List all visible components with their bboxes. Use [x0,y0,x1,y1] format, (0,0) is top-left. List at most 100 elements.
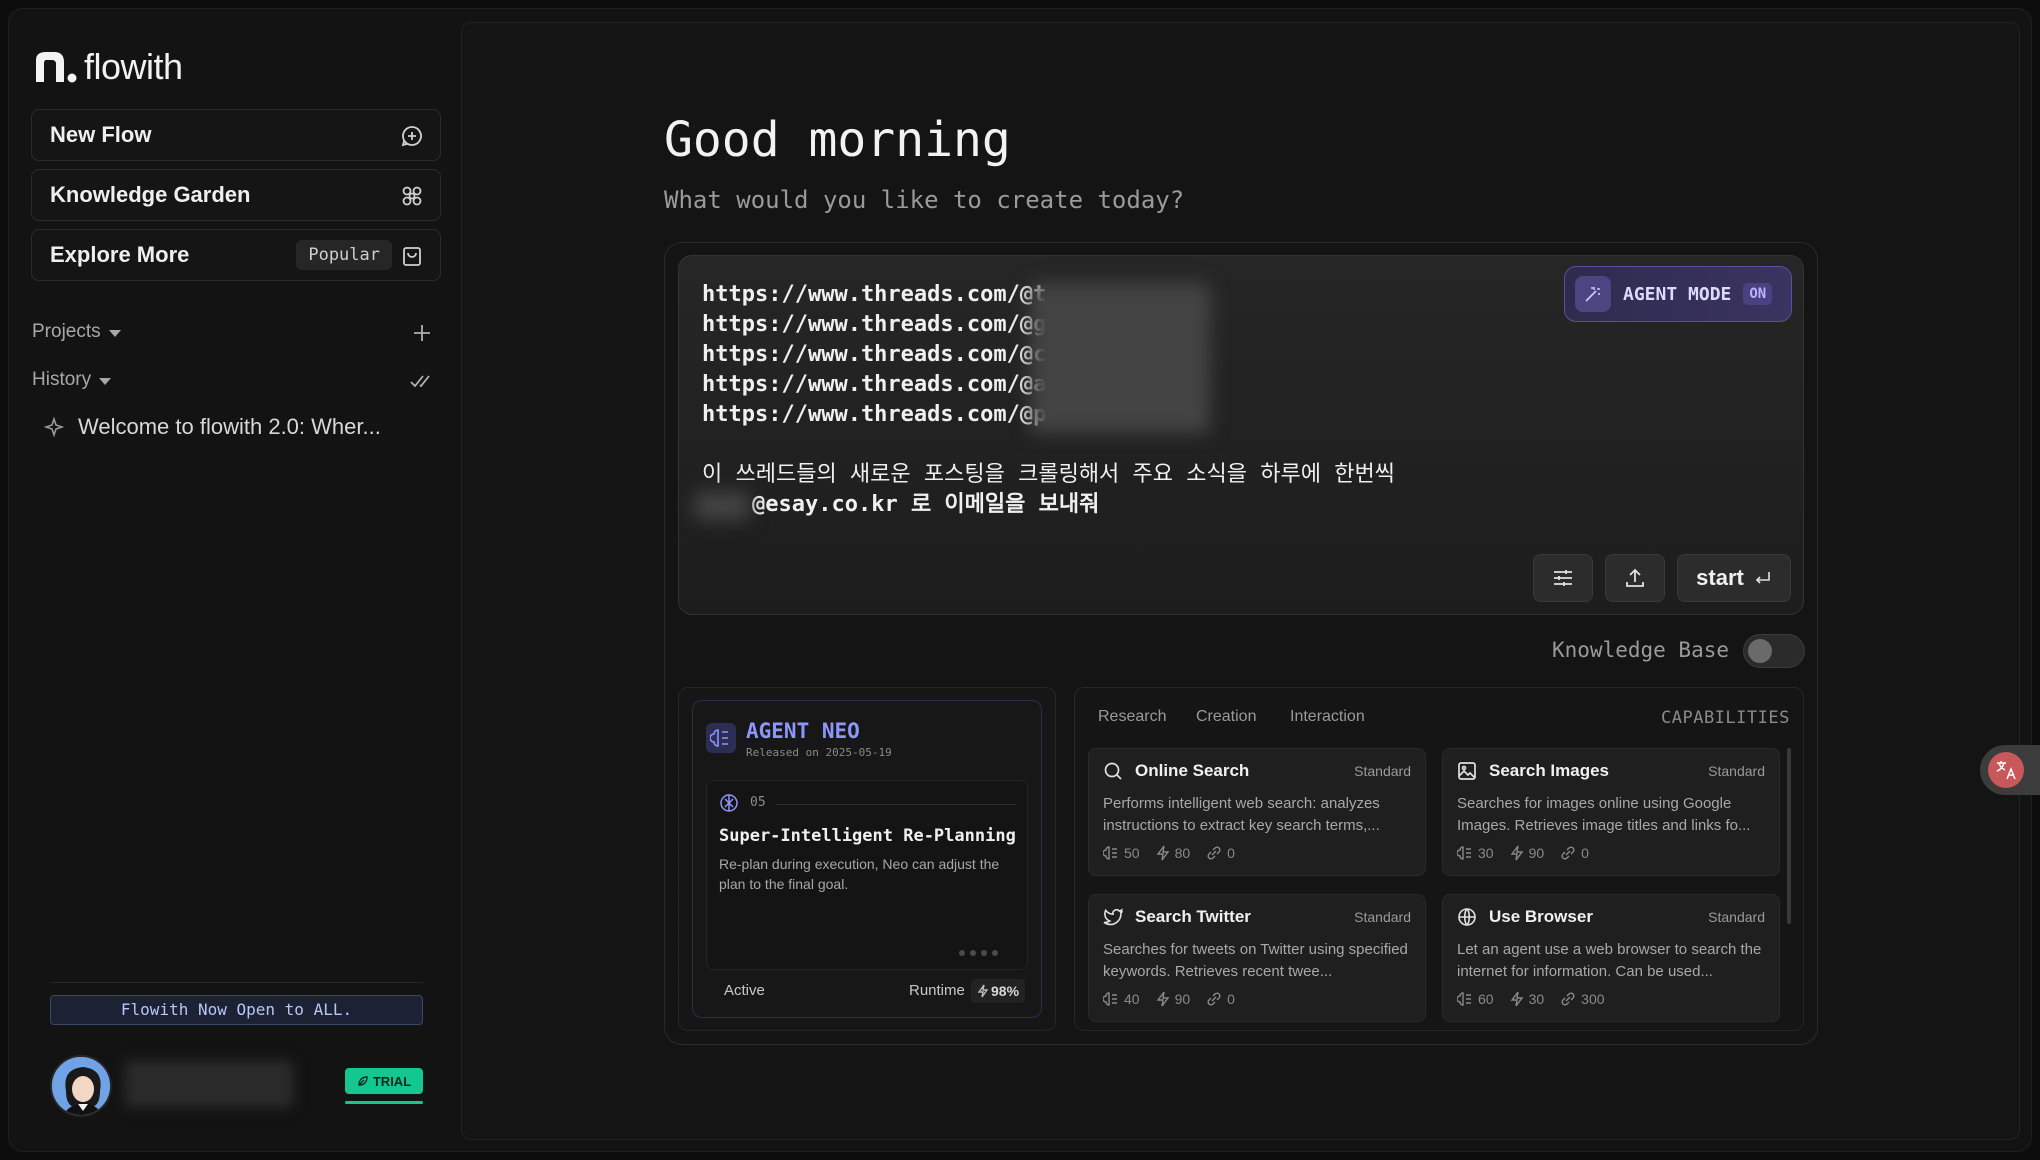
lightning-icon [977,984,989,998]
stat-value: 50 [1124,845,1140,861]
capability-card-online-search[interactable]: Online Search Standard Performs intellig… [1088,748,1426,876]
stat-value: 30 [1528,991,1545,1007]
leaf-icon [358,1076,368,1086]
projects-label: Projects [32,321,101,342]
feature-divider [776,804,1016,805]
stat-value: 90 [1528,845,1545,861]
brain-icon [1103,992,1117,1006]
agent-mode-state: ON [1743,283,1773,305]
upload-button[interactable] [1605,554,1665,602]
scrollbar[interactable] [1787,748,1791,924]
new-flow-button[interactable]: New Flow [31,109,441,161]
carousel-dots[interactable] [959,950,998,956]
add-project-icon[interactable] [413,324,431,342]
agent-name: AGENT NEO [746,719,860,743]
prompt-line: @esay.co.kr 로 이메일을 보내줘 [702,490,1395,520]
capability-stats: 40 90 0 [1103,991,1235,1007]
capability-tier: Standard [1708,909,1765,925]
chat-plus-icon [401,126,422,147]
capability-card-use-browser[interactable]: Use Browser Standard Let an agent use a … [1442,894,1780,1022]
translate-icon [1988,752,2024,788]
avatar[interactable] [50,1055,112,1117]
trial-label: TRIAL [372,1073,412,1089]
capabilities-title: CAPABILITIES [1661,708,1790,728]
greeting: Good morning [664,112,1011,168]
sparkle-icon [44,417,64,437]
agent-status: Active [724,982,765,999]
trial-progress [345,1101,423,1104]
toggle-knob [1748,639,1772,663]
upload-icon [1626,568,1644,587]
capability-stats: 60 30 300 [1457,991,1605,1007]
lightning-icon [1156,845,1169,861]
enter-icon [1755,572,1770,584]
brain-icon [1103,846,1117,860]
link-icon [1207,846,1221,860]
agent-mode-toggle[interactable]: AGENT MODE ON [1564,266,1792,322]
logo-text: flowith [84,46,183,87]
stat-value: 0 [1581,845,1589,861]
capability-card-search-twitter[interactable]: Search Twitter Standard Searches for twe… [1088,894,1426,1022]
stat-value: 0 [1227,845,1235,861]
brain-icon [1457,846,1471,860]
brain-icon [1457,992,1471,1006]
capability-name: Online Search [1135,761,1250,780]
redacted-handles [1030,283,1210,433]
new-flow-label: New Flow [50,122,152,147]
divider [50,982,423,983]
chevron-down-icon [99,377,112,385]
user-name-redacted [124,1060,294,1108]
globe-icon [1458,908,1476,926]
capability-name: Search Twitter [1135,907,1251,926]
explore-more-label: Explore More [50,242,190,267]
search-icon [1104,762,1122,780]
link-icon [1207,992,1221,1006]
projects-header[interactable]: Projects [32,321,121,343]
lightning-icon [1156,991,1169,1007]
runtime-value: 98% [971,979,1026,1003]
tab-interaction[interactable]: Interaction [1290,708,1365,726]
capability-description: Let an agent use a web browser to search… [1457,941,1762,980]
capability-name: Search Images [1489,761,1610,780]
feature-number: 05 [750,795,766,810]
history-header[interactable]: History [32,369,112,391]
tab-research[interactable]: Research [1098,708,1166,726]
knowledge-base-label: Knowledge Base [1552,638,1730,662]
runtime-value-text: 98% [991,983,1020,999]
settings-button[interactable] [1533,554,1593,602]
knowledge-garden-button[interactable]: Knowledge Garden [31,169,441,221]
capability-description: Performs intelligent web search: analyze… [1103,795,1380,834]
image-icon [1458,762,1476,780]
capability-description: Searches for tweets on Twitter using spe… [1103,941,1408,980]
capability-stats: 30 90 0 [1457,845,1589,861]
feature-title: Super-Intelligent Re-Planning [719,826,1016,846]
double-check-icon[interactable] [410,372,434,390]
prompt-line [702,430,1395,460]
knowledge-base-toggle[interactable] [1743,634,1805,668]
link-icon [1561,846,1575,860]
capability-tier: Standard [1708,763,1765,779]
tab-creation[interactable]: Creation [1196,708,1256,726]
capability-stats: 50 80 0 [1103,845,1235,861]
logo[interactable]: flowith [32,46,183,88]
flowith-logo-icon [36,52,77,83]
sliders-icon [1554,570,1572,586]
lightning-icon [1510,991,1523,1007]
prompt-line: 이 쓰레드들의 새로운 포스팅을 크롤링해서 주요 소식을 하루에 한번씩 [702,462,1395,487]
announcement-banner[interactable]: Flowith Now Open to ALL. [50,995,423,1025]
knowledge-garden-label: Knowledge Garden [50,182,251,207]
history-item[interactable]: Welcome to flowith 2.0: Wher... [44,414,381,440]
history-item-label: Welcome to flowith 2.0: Wher... [78,414,381,439]
stat-value: 0 [1227,991,1235,1007]
translate-button[interactable] [1980,745,2040,795]
subtitle: What would you like to create today? [664,186,1185,214]
stat-value: 90 [1174,991,1191,1007]
shopping-bag-icon [403,247,421,266]
start-button[interactable]: start [1677,554,1791,602]
lightning-icon [1510,845,1523,861]
capability-card-search-images[interactable]: Search Images Standard Searches for imag… [1442,748,1780,876]
avatar-image [52,1057,110,1115]
explore-more-button[interactable]: Explore More Popular [31,229,441,281]
redacted-email-user [694,492,750,520]
trial-badge[interactable]: TRIAL [345,1068,423,1094]
